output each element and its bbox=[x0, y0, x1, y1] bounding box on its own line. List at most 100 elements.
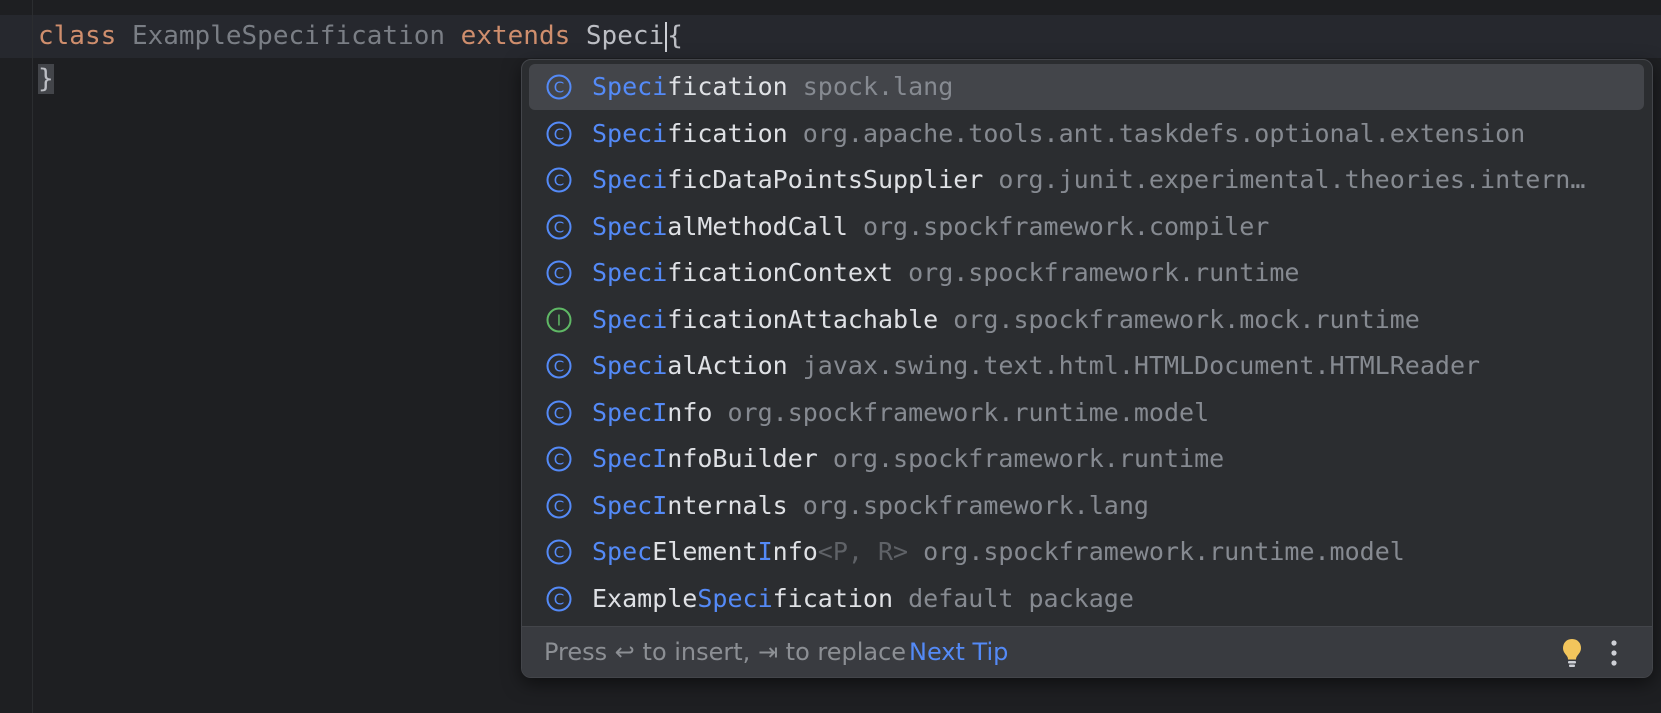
item-package: org.spockframework.lang bbox=[787, 490, 1149, 520]
keyword-extends: extends bbox=[460, 21, 571, 51]
item-match: Spec bbox=[592, 537, 653, 566]
svg-text:I: I bbox=[557, 311, 561, 329]
code-line-2[interactable]: } bbox=[38, 58, 54, 101]
item-name-rest: alAction bbox=[667, 351, 788, 380]
item-package: org.spockframework.runtime.model bbox=[712, 397, 1210, 427]
svg-text:C: C bbox=[554, 497, 564, 515]
class-icon: C bbox=[546, 260, 572, 286]
completion-item-label: SpecInternals org.spockframework.lang bbox=[592, 483, 1149, 529]
item-package: javax.swing.text.html.HTMLDocument.HTMLR… bbox=[787, 351, 1481, 380]
item-name-rest: fication bbox=[667, 72, 788, 101]
class-icon: C bbox=[546, 400, 572, 425]
lightbulb-icon[interactable] bbox=[1560, 637, 1584, 669]
completion-item[interactable]: C SpecInfo org.spockframework.runtime.mod… bbox=[529, 390, 1644, 436]
item-match: Spec bbox=[592, 490, 653, 520]
class-icon: C bbox=[546, 214, 572, 239]
code-line-1[interactable]: class ExampleSpecification extends Speci… bbox=[38, 15, 683, 58]
svg-text:C: C bbox=[554, 125, 564, 143]
item-package: default package bbox=[893, 583, 1134, 613]
completion-item-label: Specification org.apache.tools.ant.taskd… bbox=[592, 111, 1525, 157]
svg-text:C: C bbox=[554, 544, 564, 562]
class-icon: C bbox=[546, 586, 572, 611]
completion-item[interactable]: C ExampleSpecification default package bbox=[529, 576, 1644, 621]
svg-text:C: C bbox=[554, 358, 564, 376]
typed-text: Speci bbox=[585, 21, 665, 51]
completion-item-label: SpecificationAttachable org.spockframewo… bbox=[592, 297, 1420, 343]
close-brace: } bbox=[38, 64, 54, 94]
class-icon: C bbox=[546, 74, 572, 100]
item-package: spock.lang bbox=[787, 72, 954, 101]
open-brace: { bbox=[667, 21, 683, 51]
next-tip-link[interactable]: Next Tip bbox=[909, 627, 1008, 677]
completion-item[interactable]: C SpecElementInfo<P, R> org.spockframewor… bbox=[529, 529, 1644, 575]
completion-list[interactable]: C Specification spock.lang C Specification … bbox=[522, 60, 1652, 620]
completion-popup: C Specification spock.lang C Specification … bbox=[521, 59, 1653, 678]
keyword-class: class bbox=[38, 21, 117, 51]
item-name-rest: nfo bbox=[772, 537, 818, 566]
item-match: Speci bbox=[592, 258, 668, 287]
item-name-rest: ficDataPointsSupplier bbox=[667, 165, 984, 194]
svg-text:C: C bbox=[554, 451, 564, 469]
item-match: Spec bbox=[592, 397, 653, 427]
item-package: org.spockframework.compiler bbox=[847, 211, 1270, 241]
completion-item[interactable]: I SpecificationAttachable org.spockframew… bbox=[529, 297, 1644, 343]
item-match: I bbox=[757, 537, 773, 566]
svg-text:C: C bbox=[554, 218, 564, 236]
item-name-rest: nternals bbox=[667, 490, 788, 520]
completion-item[interactable]: C SpecialMethodCall org.spockframework.co… bbox=[529, 204, 1644, 250]
class-icon: C bbox=[546, 167, 572, 193]
item-name-rest: ficationContext bbox=[667, 258, 894, 287]
item-name-rest: nfo bbox=[667, 397, 713, 427]
svg-text:C: C bbox=[554, 172, 564, 190]
item-match: Speci bbox=[592, 118, 668, 148]
item-name-rest: ficationAttachable bbox=[667, 304, 939, 334]
completion-item[interactable]: C SpecificDataPointsSupplier org.junit.ex… bbox=[529, 157, 1644, 203]
item-generics: <P, R> bbox=[817, 537, 909, 566]
completion-item-label: SpecInfoBuilder org.spockframework.runti… bbox=[592, 436, 1224, 482]
item-match: I bbox=[652, 490, 668, 520]
completion-item-label: SpecialAction javax.swing.text.html.HTML… bbox=[592, 343, 1480, 389]
item-match: Speci bbox=[592, 165, 668, 194]
item-name-rest: Element bbox=[652, 537, 758, 566]
item-match: Speci bbox=[592, 211, 668, 241]
class-icon: C bbox=[546, 539, 572, 565]
item-package: org.junit.experimental.theories.intern… bbox=[983, 165, 1586, 194]
completion-item[interactable]: C Specification spock.lang bbox=[529, 64, 1644, 110]
item-name-rest: alMethodCall bbox=[667, 211, 848, 241]
item-name-prefix: Example bbox=[592, 583, 698, 613]
completion-item[interactable]: C SpecificationContext org.spockframework… bbox=[529, 250, 1644, 296]
more-options-icon[interactable] bbox=[1609, 637, 1619, 669]
item-package: org.spockframework.runtime.model bbox=[908, 537, 1405, 566]
completion-item-label: ExampleSpecification default package bbox=[592, 576, 1134, 621]
completion-item[interactable]: C Specification org.apache.tools.ant.task… bbox=[529, 111, 1644, 157]
completion-item-label: SpecInfo org.spockframework.runtime.mode… bbox=[592, 390, 1209, 436]
completion-item-label: Specification spock.lang bbox=[592, 64, 953, 110]
item-package: org.spockframework.mock.runtime bbox=[938, 304, 1420, 334]
class-icon: C bbox=[546, 446, 572, 472]
svg-text:C: C bbox=[554, 404, 564, 422]
svg-text:C: C bbox=[554, 79, 564, 97]
class-icon: C bbox=[546, 493, 572, 518]
item-match: Speci bbox=[592, 304, 668, 334]
item-name-rest: fication bbox=[772, 583, 894, 613]
class-icon: C bbox=[546, 353, 572, 379]
completion-item-label: SpecialMethodCall org.spockframework.com… bbox=[592, 204, 1269, 250]
item-match: Speci bbox=[592, 72, 668, 101]
completion-item[interactable]: C SpecInfoBuilder org.spockframework.runt… bbox=[529, 436, 1644, 482]
item-package: org.spockframework.runtime bbox=[817, 444, 1225, 473]
item-match: Spec bbox=[592, 444, 653, 473]
item-match: Speci bbox=[592, 351, 668, 380]
svg-text:C: C bbox=[554, 265, 564, 283]
completion-footer: Press ↩ to insert, ⇥ to replace Next Tip bbox=[522, 626, 1652, 677]
class-name: ExampleSpecification bbox=[131, 21, 446, 51]
class-icon: C bbox=[546, 121, 572, 146]
completion-item[interactable]: C SpecInternals org.spockframework.lang bbox=[529, 483, 1644, 529]
item-match: I bbox=[652, 397, 668, 427]
item-name-rest: nfoBuilder bbox=[667, 444, 818, 473]
item-match: Speci bbox=[697, 583, 773, 613]
completion-item-label: SpecificDataPointsSupplier org.junit.exp… bbox=[592, 157, 1585, 203]
item-package: org.spockframework.runtime bbox=[893, 258, 1300, 287]
item-match: I bbox=[652, 444, 668, 473]
gutter-divider bbox=[32, 0, 33, 713]
completion-item[interactable]: C SpecialAction javax.swing.text.html.HTM… bbox=[529, 343, 1644, 389]
